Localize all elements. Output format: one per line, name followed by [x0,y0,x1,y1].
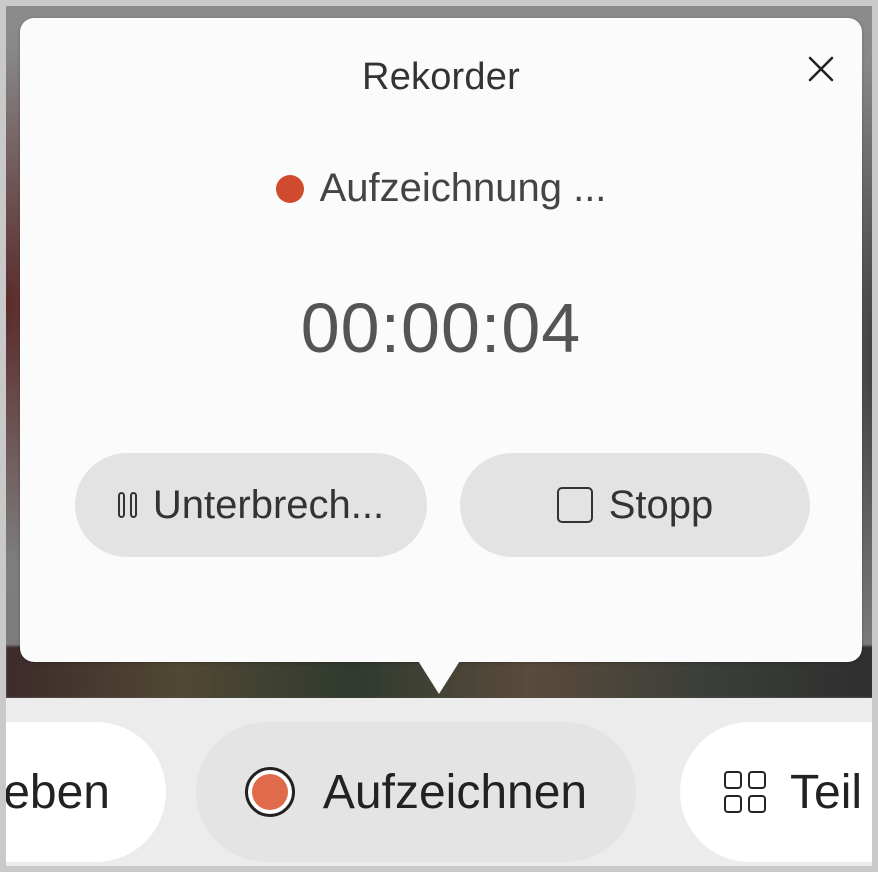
popup-title: Rekorder [362,56,520,98]
stop-square-icon [556,487,593,523]
stop-label: Stopp [608,482,714,527]
popup-pointer [415,656,463,694]
record-icon [244,767,295,817]
share-button[interactable]: Teil [680,722,872,862]
recording-timer: 00:00:04 [300,289,582,367]
bottom-toolbar: eben Aufzeichnen Teil [6,698,872,866]
recorder-popup: Rekorder Aufzeichnung ... 00:00:04 Unter… [20,18,862,662]
pause-label: Unterbrech... [152,482,385,527]
record-button[interactable]: Aufzeichnen [196,722,636,862]
recording-dot-icon [275,174,304,203]
close-button[interactable] [798,46,844,92]
stop-button[interactable]: Stopp [460,453,810,557]
app-window: Rekorder Aufzeichnung ... 00:00:04 Unter… [0,0,878,872]
close-icon [808,56,834,82]
recording-status: Aufzeichnung ... [20,166,862,211]
record-label: Aufzeichnen [322,765,588,819]
share-label: Teil [790,765,863,819]
grid-icon [724,771,766,813]
status-text: Aufzeichnung ... [319,166,607,210]
toolbar-left-button[interactable]: eben [3,722,166,862]
pause-button[interactable]: Unterbrech... [75,453,427,557]
toolbar-left-label: eben [3,765,110,819]
pause-icon [117,492,137,518]
